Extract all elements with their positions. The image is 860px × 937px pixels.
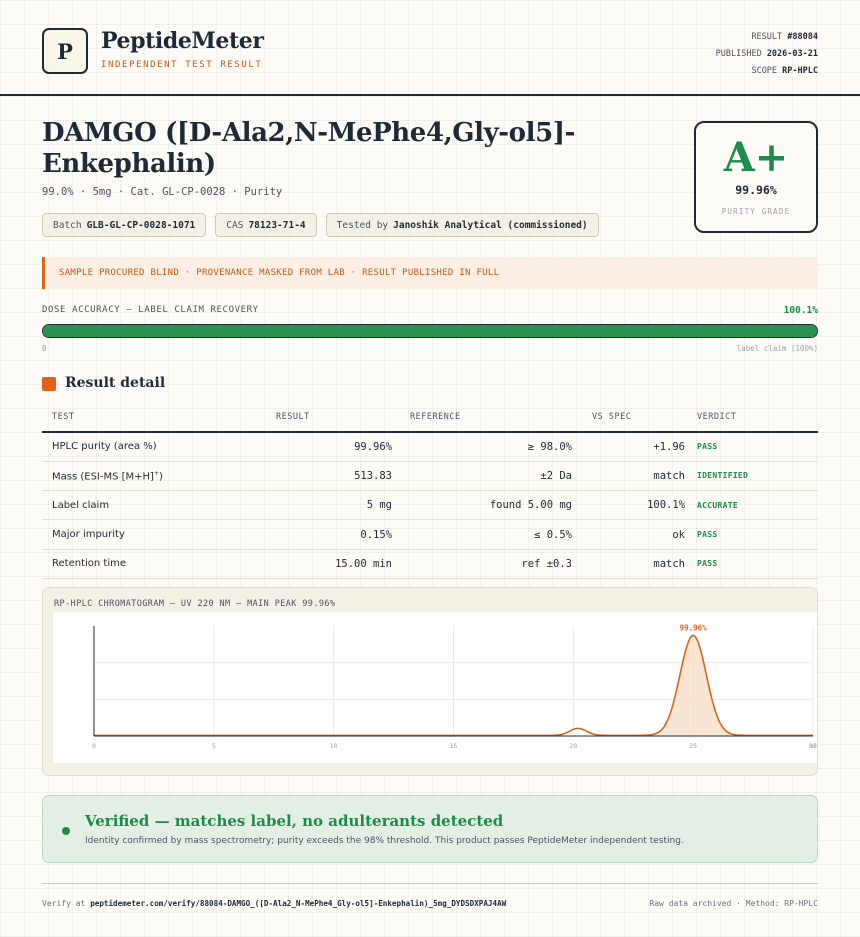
test-name: HPLC purity (area %) — [42, 432, 267, 462]
dose-accuracy-value: 100.1% — [783, 305, 818, 316]
verdict-badge: ACCURATE — [685, 490, 818, 521]
chromatogram-title: RP-HPLC CHROMATOGRAM — UV 220 NM — MAIN … — [54, 599, 336, 609]
vs-spec-value: 100.1% — [572, 490, 685, 521]
vs-spec-value: match — [572, 549, 685, 579]
peak-label: 99.96% — [680, 623, 708, 632]
section-title: Result detail — [65, 375, 166, 391]
x-tick-label: min — [809, 742, 818, 750]
provenance-alert: SAMPLE PROCURED BLIND · PROVENANCE MASKE… — [42, 257, 818, 289]
dose-progress-fill — [43, 325, 817, 337]
x-tick-label: 10 — [330, 742, 338, 750]
table-row: HPLC purity (area %) 99.96% ≥ 98.0% +1.9… — [42, 432, 818, 462]
published-label: PUBLISHED — [715, 49, 762, 59]
x-tick-label: 25 — [689, 742, 697, 750]
product-title: DAMGO ([D-Ala2,N-MePhe4,Gly-ol5]-Enkepha… — [42, 118, 576, 179]
main-peak-area — [640, 635, 746, 736]
verdict-badge: PASS — [685, 519, 818, 550]
header-vs-spec: VS SPEC — [572, 403, 685, 433]
verified-description: Identity confirmed by mass spectrometry;… — [85, 836, 684, 846]
test-name: Retention time — [42, 549, 267, 579]
grade-label: PURITY GRADE — [721, 207, 791, 216]
result-value: 99.96% — [267, 432, 392, 462]
verdict-badge: IDENTIFIED — [685, 461, 818, 492]
result-value: 15.00 min — [267, 549, 392, 579]
result-meta: RESULT #88084 PUBLISHED 2026-03-21 SCOPE… — [716, 29, 818, 80]
verify-prefix: Verify at — [42, 899, 86, 908]
chip-label: Batch — [53, 219, 82, 231]
table-row: Label claim 5 mg found 5.00 mg 100.1% AC… — [42, 490, 818, 521]
table-row: Major impurity 0.15% ≤ 0.5% ok PASS — [42, 519, 818, 550]
reference-value: found 5.00 mg — [392, 490, 572, 521]
test-name-text: Mass (ESI-MS [M+H] — [52, 471, 154, 483]
dose-progress-bar — [42, 324, 818, 338]
scope-label: SCOPE — [751, 66, 778, 76]
tested-by-chip: Tested by Janoshik Analytical (commission… — [325, 213, 599, 237]
verified-dot-icon — [62, 827, 70, 835]
vs-spec-value: +1.96 — [572, 432, 685, 462]
header: P PeptideMeter INDEPENDENT TEST RESULT R… — [0, 0, 860, 96]
result-label: RESULT — [751, 32, 783, 42]
vs-spec-value: ok — [572, 519, 685, 550]
vs-spec-value: match — [572, 461, 685, 492]
dose-bar-min: 0 — [42, 344, 47, 353]
purity-grade-card: A+ 99.96% PURITY GRADE — [694, 121, 818, 233]
batch-chip: Batch GLB-GL-CP-0028-1071 — [42, 213, 207, 237]
header-result: RESULT — [267, 403, 392, 433]
result-number: #88084 — [787, 32, 818, 42]
chip-value: Janoshik Analytical (commissioned) — [393, 219, 588, 231]
result-value: 513.83 — [267, 461, 392, 492]
test-name-suffix: ) — [159, 471, 163, 483]
test-name: Label claim — [42, 490, 267, 521]
chip-label: CAS — [226, 219, 244, 231]
chip-value: 78123-71-4 — [248, 219, 306, 231]
x-tick-label: 5 — [212, 742, 216, 750]
reference-value: ≥ 98.0% — [392, 432, 572, 462]
x-tick-label: 0 — [92, 742, 96, 750]
table-row: Retention time 15.00 min ref ±0.3 match … — [42, 549, 818, 579]
chromatogram-svg: 051015202530min99.96% — [92, 623, 818, 750]
verdict-badge: PASS — [685, 549, 818, 579]
chip-value: GLB-GL-CP-0028-1071 — [86, 219, 196, 231]
reference-value: ±2 Da — [392, 461, 572, 492]
verdict-badge: PASS — [685, 432, 818, 462]
dose-accuracy-label: DOSE ACCURACY — LABEL CLAIM RECOVERY — [42, 305, 259, 315]
result-table: TEST RESULT REFERENCE VS SPEC VERDICT HP… — [42, 403, 818, 579]
scope-value: RP-HPLC — [782, 66, 818, 76]
header-reference: REFERENCE — [392, 403, 572, 433]
chip-label: Tested by — [336, 219, 389, 231]
reference-value: ≤ 0.5% — [392, 519, 572, 550]
footer-divider — [42, 883, 818, 884]
test-name: Mass (ESI-MS [M+H]+) — [42, 461, 267, 492]
section-marker-icon — [42, 377, 56, 391]
chromatogram-panel: RP-HPLC CHROMATOGRAM — UV 220 NM — MAIN … — [42, 587, 818, 776]
verified-banner: Verified — matches label, no adulterants… — [42, 795, 818, 863]
table-header-row: TEST RESULT REFERENCE VS SPEC VERDICT — [42, 403, 818, 433]
result-value: 5 mg — [267, 490, 392, 521]
table-row: Mass (ESI-MS [M+H]+) 513.83 ±2 Da match … — [42, 461, 818, 492]
dose-bar-max: label claim (100%) — [736, 344, 818, 353]
reference-value: ref ±0.3 — [392, 549, 572, 579]
brand-name: PeptideMeter — [101, 28, 264, 54]
cas-chip: CAS 78123-71-4 — [215, 213, 317, 237]
logo-icon: P — [42, 28, 88, 74]
test-name: Major impurity — [42, 519, 267, 550]
grade-value: 99.96% — [735, 183, 777, 197]
product-subtitle: 99.0% · 5mg · Cat. GL-CP-0028 · Purity — [42, 186, 283, 198]
header-verdict: VERDICT — [685, 403, 818, 433]
verify-link[interactable]: peptidemeter.com/verify/88084-DAMGO_([D-… — [90, 899, 506, 908]
verified-title: Verified — matches label, no adulterants… — [85, 812, 504, 830]
x-tick-label: 20 — [569, 742, 577, 750]
brand-tagline: INDEPENDENT TEST RESULT — [101, 60, 263, 70]
footer-verify: Verify at peptidemeter.com/verify/88084-… — [42, 899, 506, 908]
header-test: TEST — [42, 403, 267, 433]
product-chips: Batch GLB-GL-CP-0028-1071 CAS 78123-71-4 T… — [42, 213, 599, 237]
footer-method: Raw data archived · Method: RP-HPLC — [649, 899, 818, 908]
grade-letter: A+ — [723, 134, 789, 181]
result-value: 0.15% — [267, 519, 392, 550]
x-tick-label: 15 — [450, 742, 458, 750]
chromatogram-plot: 051015202530min99.96% — [53, 612, 818, 763]
published-date: 2026-03-21 — [766, 49, 818, 59]
